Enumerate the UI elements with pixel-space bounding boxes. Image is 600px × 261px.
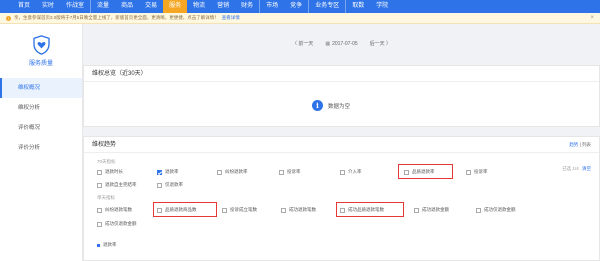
metric-checkbox[interactable]: 退款率	[157, 169, 179, 175]
nav-item-trade[interactable]: 交易	[139, 0, 163, 13]
nav-item-academy[interactable]: 学院	[370, 0, 394, 13]
metric-checkbox[interactable]: 投诉率	[279, 169, 301, 175]
checkbox[interactable]	[97, 221, 102, 227]
highlight-box	[153, 202, 217, 217]
view-toggle: 趋势 | 列表	[569, 142, 591, 148]
notice-details-link[interactable]: 查看详情	[222, 15, 240, 21]
sidebar-item-review-overview[interactable]: 评价概况	[0, 118, 82, 138]
checkbox[interactable]	[97, 182, 102, 188]
sidebar-item-review-analysis[interactable]: 评价分析	[0, 138, 82, 158]
view-chart-button[interactable]: 趋势	[569, 142, 578, 147]
checkbox[interactable]	[340, 169, 345, 175]
nav-item-marketing[interactable]: 营销	[211, 0, 235, 13]
close-icon[interactable]: ×	[590, 15, 594, 21]
metric-checkbox[interactable]: 成功退款笔数	[281, 207, 316, 213]
checkbox[interactable]	[279, 169, 284, 175]
empty-state-text: 数据为空	[328, 103, 351, 110]
legend-label: 退款率	[103, 242, 117, 247]
metric-label: 投诉成立笔数	[230, 207, 257, 212]
metric-checkbox[interactable]: 纠纷退款笔数	[97, 207, 132, 213]
metric-label: 投诉率	[287, 169, 301, 174]
checkbox[interactable]	[222, 207, 227, 213]
highlight-box	[398, 164, 453, 179]
checkbox[interactable]	[97, 207, 102, 213]
metric-checkbox[interactable]: 成功退款金额	[414, 207, 449, 213]
metric-label: 成功仅退款金额	[484, 207, 516, 212]
nav-item-traffic[interactable]: 流量	[90, 0, 115, 13]
metric-checkbox[interactable]: 投诉率	[466, 169, 488, 175]
clear-selection-button[interactable]: 清空	[582, 166, 591, 171]
metric-checkbox[interactable]: 退款自主完结率	[97, 182, 137, 188]
metric-label: 成功仅退款金额	[105, 221, 137, 226]
rights-overview-card: 维权总览（近30天） i 数据为空	[83, 65, 600, 127]
metric-label: 退款率	[165, 169, 179, 174]
nav-item-data-fetch[interactable]: 取数	[345, 0, 370, 13]
trend-title: 维权趋势	[84, 137, 599, 153]
metric-checkbox[interactable]: 成功仅退款金额	[97, 221, 137, 227]
nav-item-home[interactable]: 首页	[12, 0, 36, 13]
nav-item-products[interactable]: 商品	[115, 0, 139, 13]
highlight-box	[336, 202, 404, 217]
view-list-button[interactable]: 列表	[582, 142, 591, 147]
checkbox[interactable]	[476, 207, 481, 213]
metric-label: 退款时长	[105, 169, 123, 174]
nav-item-logistics[interactable]: 物流	[187, 0, 211, 13]
checkbox[interactable]	[466, 169, 471, 175]
checkbox[interactable]	[414, 207, 419, 213]
legend-swatch	[97, 243, 100, 247]
nav-item-competition[interactable]: 竞争	[284, 0, 308, 13]
nav-item-service[interactable]: 服务	[163, 0, 188, 13]
sidebar: 服务质量 维权概况 维权分析 评价概况 评价分析	[0, 24, 83, 261]
warning-icon: !	[6, 15, 11, 21]
nav-item-war-room[interactable]: 作战室	[60, 0, 90, 13]
metric-label: 退款自主完结率	[105, 182, 137, 187]
prev-day-button[interactable]: 〈 前一天	[292, 40, 313, 47]
metric-label: 纠纷退款率	[225, 169, 248, 174]
empty-state: i 数据为空	[312, 100, 350, 111]
section-label-30day: 70天指标	[97, 159, 116, 164]
current-date[interactable]: 2017-07-05	[332, 41, 358, 47]
nav-item-business-zone[interactable]: 业务专区	[308, 0, 345, 13]
sidebar-item-rights-analysis[interactable]: 维权分析	[0, 98, 82, 118]
metric-label: 纠纷退款笔数	[105, 207, 132, 212]
nav-item-market[interactable]: 市场	[259, 0, 284, 13]
nav-item-realtime[interactable]: 实时	[36, 0, 60, 13]
metric-label: 成功退款金额	[422, 207, 449, 212]
metric-label: 介入率	[348, 169, 362, 174]
overview-title: 维权总览（近30天）	[84, 66, 599, 82]
checkbox[interactable]	[157, 182, 162, 188]
checkbox[interactable]	[97, 169, 102, 175]
date-navigator: 〈 前一天 ▦ 2017-07-05 后一天 〉	[83, 36, 600, 51]
next-day-button[interactable]: 后一天 〉	[370, 40, 391, 47]
notice-text: 亲，生意参谋首页3.0版将于7月5日晚全量上线了，新版首页更全面，更清晰，更便捷…	[14, 15, 219, 20]
calendar-icon[interactable]: ▦	[325, 41, 330, 47]
sidebar-header: 服务质量	[0, 24, 82, 78]
metric-label: 投诉率	[474, 169, 488, 174]
metric-checkbox[interactable]: 成功仅退款金额	[476, 207, 516, 213]
section-label-single-day: 单天指标	[97, 195, 115, 200]
notice-bar: ! 亲，生意参谋首页3.0版将于7月5日晚全量上线了，新版首页更全面，更清晰，更…	[0, 13, 600, 24]
info-icon: i	[312, 100, 323, 111]
metric-label: 成功退款笔数	[289, 207, 316, 212]
shield-heart-icon	[32, 35, 50, 55]
selected-count-text: 已选 1/4	[562, 166, 579, 171]
metric-label: 仅退款率	[165, 182, 183, 187]
metric-checkbox[interactable]: 投诉成立笔数	[222, 207, 257, 213]
metric-checkbox[interactable]: 介入率	[340, 169, 362, 175]
checkbox[interactable]	[281, 207, 286, 213]
chart-legend: 退款率	[97, 242, 117, 248]
nav-item-finance[interactable]: 财务	[235, 0, 259, 13]
metric-checkbox[interactable]: 退款时长	[97, 169, 123, 175]
checkbox[interactable]	[217, 169, 222, 175]
rights-trend-card: 维权趋势 趋势 | 列表 70天指标 已选 1/4 清空 退款时长 退款率 纠纷…	[83, 136, 600, 261]
sidebar-title: 服务质量	[28, 61, 53, 67]
metric-checkbox[interactable]: 纠纷退款率	[217, 169, 248, 175]
checkbox-checked[interactable]	[157, 169, 162, 175]
metric-checkbox[interactable]: 仅退款率	[157, 182, 183, 188]
selected-count: 已选 1/4 清空	[562, 166, 591, 172]
top-nav: 首页 实时 作战室 流量 商品 交易 服务 物流 营销 财务 市场 竞争 业务专…	[0, 0, 600, 13]
sidebar-item-rights-overview[interactable]: 维权概况	[0, 78, 82, 98]
